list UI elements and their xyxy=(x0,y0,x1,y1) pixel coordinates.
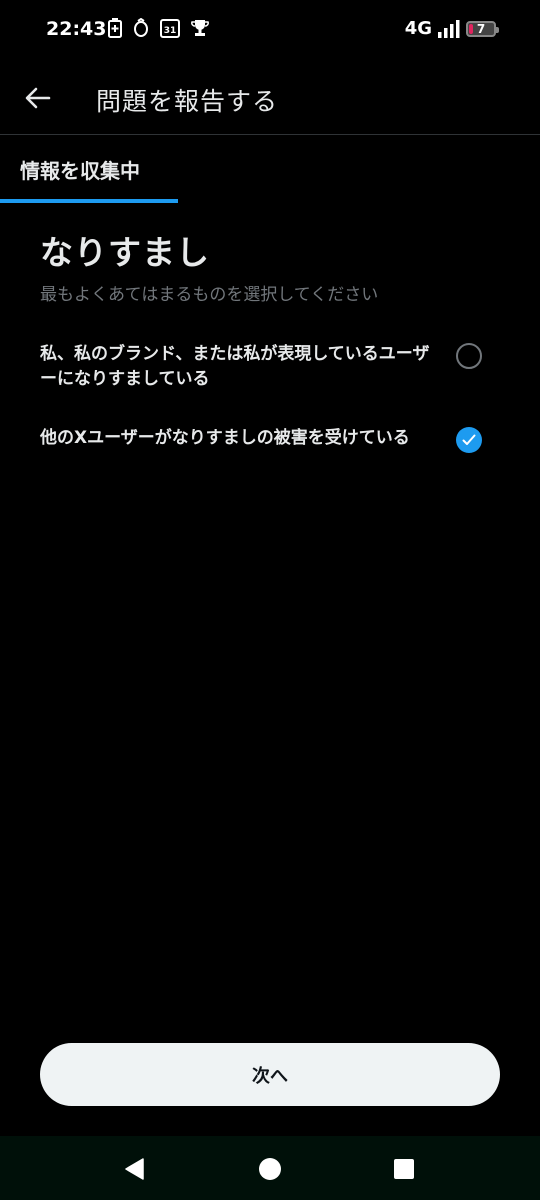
battery-saver-icon xyxy=(108,18,122,38)
option-label: 他のXユーザーがなりすましの被害を受けている xyxy=(40,428,410,448)
triangle-back-icon xyxy=(125,1158,144,1180)
ring-icon xyxy=(134,18,148,37)
svg-text:31: 31 xyxy=(164,26,177,36)
arrow-left-icon xyxy=(25,87,51,109)
system-indicators: 4G 7 xyxy=(404,18,499,39)
progress-section: 情報を収集中 xyxy=(0,135,540,205)
radio-checked-icon[interactable] xyxy=(456,427,482,453)
radio-unchecked-icon[interactable] xyxy=(456,343,482,369)
nav-recents-button[interactable] xyxy=(391,1156,417,1182)
section-subheading: 最もよくあてはまるものを選択してください xyxy=(40,285,379,305)
signal-icon xyxy=(438,19,460,38)
status-time: 22:43 xyxy=(46,18,107,40)
calendar-icon: 31 xyxy=(160,19,180,38)
battery-level-bar xyxy=(469,23,473,34)
back-button[interactable] xyxy=(18,78,58,118)
page-title: 問題を報告する xyxy=(96,87,279,116)
square-recents-icon xyxy=(394,1159,414,1179)
battery-indicator: 7 xyxy=(466,20,499,37)
trophy-icon xyxy=(191,20,209,36)
nav-home-button[interactable] xyxy=(257,1156,283,1182)
progress-fill xyxy=(0,199,179,203)
checkmark-icon xyxy=(462,434,476,445)
system-nav-bar xyxy=(0,1136,540,1200)
nav-back-button[interactable] xyxy=(122,1156,148,1182)
notification-icons: 31 xyxy=(108,18,210,38)
circle-home-icon xyxy=(259,1158,281,1180)
battery-level: 7 xyxy=(476,21,486,36)
progress-track xyxy=(0,199,540,203)
status-bar: 22:43 31 4G 7 xyxy=(0,0,540,60)
app-header: 問題を報告する xyxy=(0,60,540,135)
next-button[interactable]: 次へ xyxy=(40,1043,500,1106)
step-label: 情報を収集中 xyxy=(20,159,140,183)
section-heading: なりすまし xyxy=(40,233,210,272)
network-type: 4G xyxy=(404,18,432,39)
option-label: 私、私のブランド、または私が表現しているユーザーになりすましている xyxy=(40,344,430,389)
